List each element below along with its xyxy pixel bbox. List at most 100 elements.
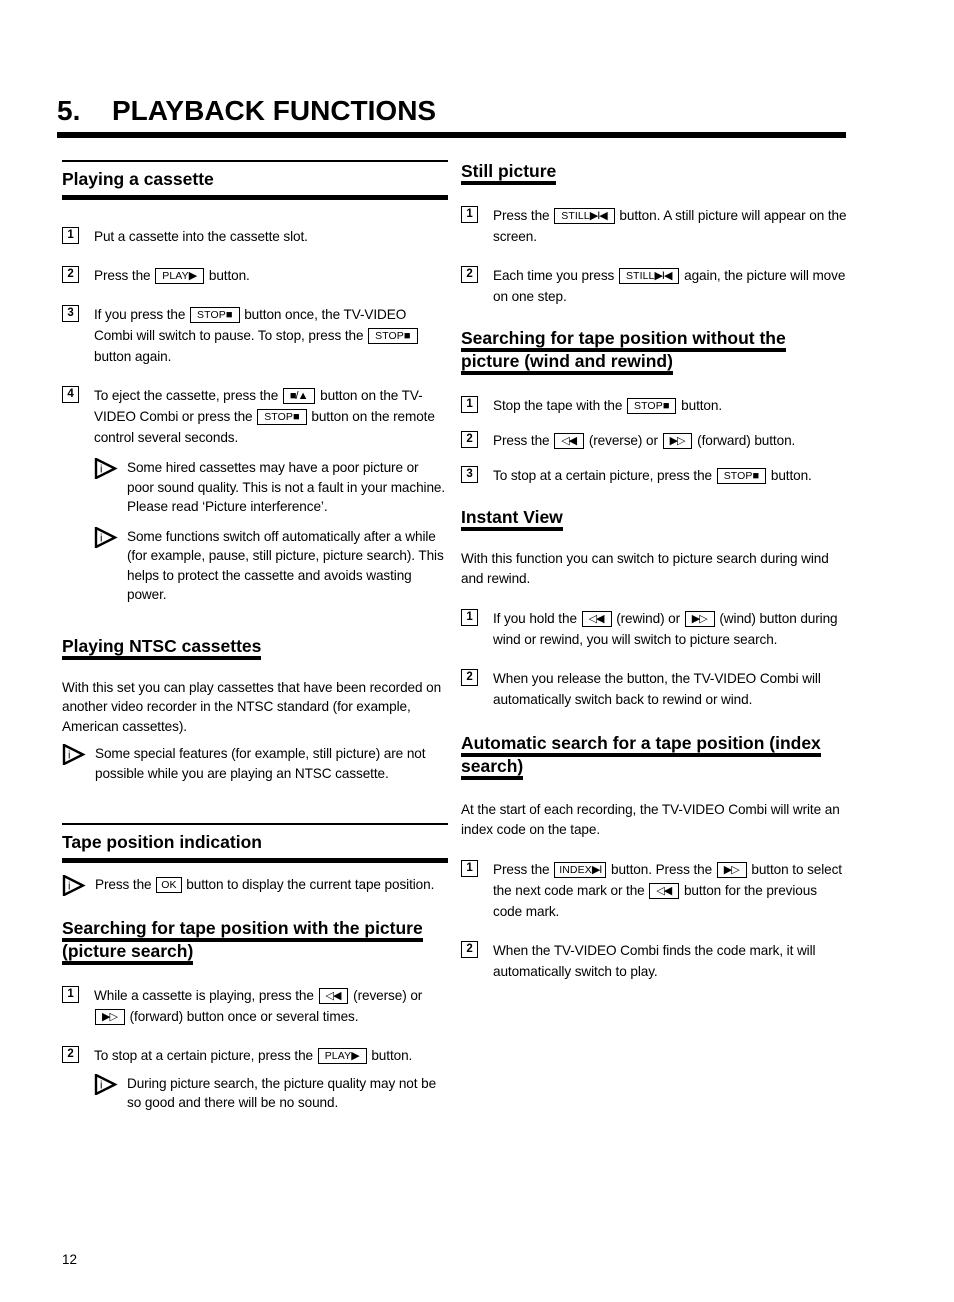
svg-text:i: i	[68, 750, 70, 762]
stop-icon: ■	[293, 411, 300, 423]
stop-button-key[interactable]: STOP■	[257, 409, 307, 425]
svg-text:i: i	[100, 1079, 102, 1091]
stop-button-key[interactable]: STOP■	[627, 398, 677, 414]
play-button-key[interactable]: PLAY▶	[155, 268, 205, 284]
step-item: 2 When you release the button, the TV-VI…	[461, 668, 847, 710]
step-item: 1 Press the INDEX▶I button. Press the ▶▷…	[461, 859, 847, 922]
info-triangle-icon: i	[94, 526, 118, 548]
step-text: To stop at a certain picture, press the	[94, 1047, 314, 1063]
step-text: Press the	[493, 862, 550, 877]
section-picture-search: Searching for tape position with the pic…	[62, 917, 448, 965]
reverse-button-key[interactable]: ◁◀	[318, 987, 349, 1004]
eject-icon: ■/▲	[289, 390, 309, 402]
heading-index-search: Automatic search for a tape position (in…	[461, 732, 847, 780]
note-text: button to display the current tape posit…	[186, 877, 435, 892]
step-number: 1	[62, 227, 79, 244]
step-text: button.	[770, 468, 812, 483]
still-icon: ▶I◀	[654, 270, 672, 282]
stop-button-key[interactable]: STOP■	[190, 307, 240, 323]
eject-button-key[interactable]: ■/▲	[282, 388, 316, 404]
section-index-search: Automatic search for a tape position (in…	[461, 732, 847, 780]
step-number: 2	[62, 1045, 79, 1063]
still-button-key[interactable]: STILL▶I◀	[618, 268, 680, 284]
step-text: Press the	[94, 268, 151, 283]
reverse-button-key[interactable]: ◁◀	[554, 433, 585, 449]
section-playing-a-cassette: Playing a cassette	[62, 160, 448, 200]
still-button-key[interactable]: STILL▶I◀	[554, 208, 615, 224]
step-item: 1 Stop the tape with the STOP■ button.	[461, 395, 847, 416]
step-number: 2	[461, 266, 478, 283]
index-search-body-text: At the start of each recording, the TV-V…	[461, 802, 840, 837]
reverse-icon: ◁◀	[325, 989, 342, 1002]
step-text: Press the	[493, 208, 550, 223]
step-text: If you hold the	[493, 611, 577, 626]
step-text: (reverse) or	[588, 433, 658, 448]
stop-button-key[interactable]: STOP■	[716, 468, 767, 484]
wind-button-key[interactable]: ▶▷	[684, 611, 715, 627]
info-triangle-icon: i	[62, 744, 86, 765]
chapter-number: 5.	[57, 95, 81, 126]
note-text: Some hired cassettes may have a poor pic…	[127, 460, 446, 514]
note-text: Some functions switch off automatically …	[127, 528, 444, 603]
index-icon: ▶I	[591, 864, 602, 876]
heading-instant-view: Instant View	[461, 506, 847, 531]
step-item: 1 Put a cassette into the cassette slot.	[62, 226, 448, 247]
step-item: 2 When the TV-VIDEO Combi finds the code…	[461, 940, 847, 982]
step-text: To eject the cassette, press the	[94, 388, 279, 403]
stop-button-key[interactable]: STOP■	[368, 328, 418, 344]
step-number: 1	[461, 609, 478, 626]
section-instant-view: Instant View	[461, 506, 847, 531]
reverse-button-key[interactable]: ◁◀	[649, 883, 680, 899]
note-text: Press the	[95, 877, 152, 892]
heading-wind-rewind: Searching for tape position without the p…	[461, 327, 847, 375]
info-triangle-icon: i	[94, 1073, 118, 1095]
info-triangle-icon: i	[62, 875, 86, 896]
note-item: i During picture search, the picture qua…	[94, 1073, 448, 1113]
right-column: Still picture 1 Press the STILL▶I◀ butto…	[461, 160, 847, 982]
play-icon: ▶	[188, 270, 198, 282]
note-item: i Some hired cassettes may have a poor p…	[94, 458, 448, 517]
page-title: 5. PLAYBACK FUNCTIONS	[57, 94, 847, 128]
step-text: button.	[208, 268, 250, 283]
step-item: 2 Press the ◁◀ (reverse) or ▶▷ (forward)…	[461, 430, 847, 451]
section-still-picture: Still picture	[461, 160, 847, 185]
index-button-key[interactable]: INDEX▶I	[554, 862, 607, 878]
stop-icon: ■	[225, 309, 233, 321]
svg-text:i: i	[68, 881, 70, 893]
section-playing-ntsc: Playing NTSC cassettes	[62, 635, 448, 660]
step-number: 2	[461, 431, 478, 448]
step-item: 4 To eject the cassette, press the ■/▲ b…	[62, 385, 448, 448]
ok-button-key[interactable]: OK	[156, 877, 182, 893]
step-text: Put a cassette into the cassette slot.	[94, 229, 308, 244]
title-rule	[57, 132, 846, 138]
step-text: While a cassette is playing, press the	[94, 987, 314, 1003]
rewind-button-key[interactable]: ◁◀	[581, 611, 612, 627]
step-text: Stop the tape with the	[493, 398, 623, 413]
step-item: 2 Press the PLAY▶ button.	[62, 265, 448, 286]
step-item: 2 To stop at a certain picture, press th…	[62, 1045, 448, 1066]
note-item: i Some functions switch off automaticall…	[94, 526, 448, 605]
step-item: 1 If you hold the ◁◀ (rewind) or ▶▷ (win…	[461, 608, 847, 650]
info-triangle-icon: i	[94, 458, 118, 479]
step-item: 1 While a cassette is playing, press the…	[62, 985, 448, 1027]
step-text: When the TV-VIDEO Combi finds the code m…	[493, 943, 816, 979]
step-number: 3	[461, 466, 478, 483]
forward-button-key[interactable]: ▶▷	[716, 862, 747, 878]
note-item: i Some special features (for example, st…	[62, 744, 448, 783]
step-item: 2 Each time you press STILL▶I◀ again, th…	[461, 265, 847, 307]
forward-button-key[interactable]: ▶▷	[95, 1008, 125, 1025]
manual-page: 5. PLAYBACK FUNCTIONS Playing a cassette …	[0, 0, 954, 1302]
left-column: Playing a cassette 1 Put a cassette into…	[62, 160, 448, 1113]
step-number: 1	[461, 396, 478, 413]
step-text: If you press the	[94, 307, 186, 322]
step-number: 1	[461, 860, 478, 877]
step-text: When you release the button, the TV-VIDE…	[493, 671, 821, 707]
step-text: Each time you press	[493, 268, 615, 283]
step-text: (rewind) or	[616, 611, 681, 626]
heading-picture-search: Searching for tape position with the pic…	[62, 917, 448, 965]
step-text: Press the	[493, 433, 550, 448]
forward-button-key[interactable]: ▶▷	[662, 433, 693, 449]
play-button-key[interactable]: PLAY▶	[317, 1047, 367, 1064]
heading-still-picture: Still picture	[461, 160, 847, 185]
reverse-icon: ◁◀	[656, 885, 672, 897]
